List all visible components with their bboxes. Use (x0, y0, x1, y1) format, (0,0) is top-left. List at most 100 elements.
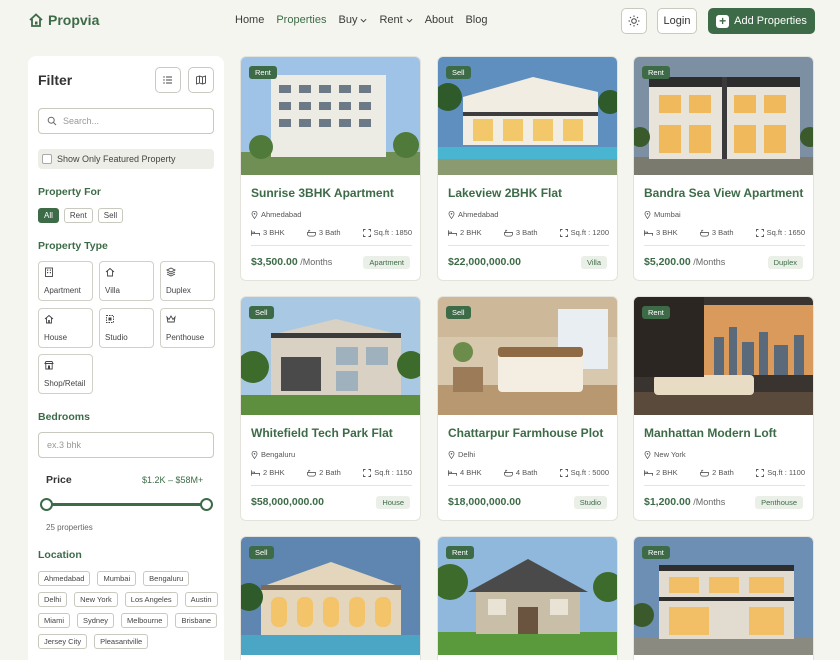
listing-title[interactable]: Manhattan Modern Loft (644, 426, 777, 440)
ptype-label: Penthouse (166, 333, 205, 342)
bath-icon (503, 229, 513, 237)
nav-home[interactable]: Home (235, 14, 264, 26)
ptype-duplex[interactable]: Duplex (160, 261, 215, 301)
price-range-value: $1.2K – $58M+ (142, 475, 204, 485)
nav-rent[interactable]: Rent (379, 14, 413, 26)
listing-location: Delhi (448, 450, 475, 459)
property-card[interactable]: Rent Sunrise 3BHK Apartment Ahmedabad 3 … (240, 56, 421, 281)
price-slider-max-handle[interactable] (200, 498, 213, 511)
price-amount: $22,000,000.00 (448, 256, 521, 268)
bath-spec: 3 Bath (699, 228, 734, 237)
listing-specs: 2 BHK 2 Bath Sq.ft : 1100 (644, 468, 805, 477)
location-chip[interactable]: Los Angeles (124, 592, 178, 607)
ptype-villa[interactable]: Villa (99, 261, 154, 301)
ptype-penthouse[interactable]: Penthouse (160, 308, 215, 348)
brand-name: Propvia (48, 12, 100, 28)
property-type-tag: Apartment (363, 256, 410, 269)
ptype-studio[interactable]: Studio (99, 308, 154, 348)
bedrooms-input[interactable]: ex.3 bhk (38, 432, 214, 458)
bed-icon (644, 229, 653, 236)
filter-sidebar: Filter Search... Show Only Featured Prop… (28, 56, 224, 660)
price-amount: $1,200.00 (644, 496, 691, 508)
chevron-down-icon (406, 18, 413, 23)
map-view-button[interactable] (188, 67, 214, 93)
nav-buy[interactable]: Buy (338, 14, 367, 26)
price-amount: $18,000,000.00 (448, 496, 521, 508)
store-icon (44, 361, 54, 370)
location-chip[interactable]: Austin (184, 592, 218, 607)
property-type-tag: Duplex (767, 256, 803, 269)
area-icon (559, 228, 568, 237)
list-view-button[interactable] (155, 67, 181, 93)
search-icon (47, 116, 57, 126)
nav-blog[interactable]: Blog (465, 14, 487, 26)
location-chip[interactable]: Bengaluru (143, 571, 190, 586)
featured-checkbox-row[interactable]: Show Only Featured Property (38, 149, 214, 169)
listing-title[interactable]: Sunrise 3BHK Apartment (251, 186, 394, 200)
listing-title[interactable]: Whitefield Tech Park Flat (251, 426, 393, 440)
location-chip[interactable]: Brisbane (175, 613, 218, 628)
property-card[interactable]: Sell Whitefield Tech Park Flat Bengaluru… (240, 296, 421, 521)
listing-title[interactable]: Bandra Sea View Apartment (644, 186, 803, 200)
bhk-spec: 2 BHK (644, 468, 678, 477)
location-chip[interactable]: Mumbai (97, 571, 137, 586)
chip-sell[interactable]: Sell (97, 208, 124, 223)
location-pin-icon (448, 450, 455, 459)
theme-toggle-button[interactable] (621, 8, 647, 34)
property-card[interactable]: Rent Bandra Sea View Apartment Mumbai 3 … (633, 56, 814, 281)
bath-text: 4 Bath (515, 468, 538, 477)
location-chip[interactable]: Ahmedabad (38, 571, 91, 586)
bath-spec: 2 Bath (700, 468, 734, 477)
property-card[interactable]: Rent (633, 536, 814, 660)
property-card[interactable]: Sell Chattarpur Farmhouse Plot Delhi 4 B… (437, 296, 618, 521)
bath-spec: 3 Bath (503, 228, 538, 237)
location-chip[interactable]: Sydney (77, 613, 115, 628)
location-chip[interactable]: Pleasantville (94, 634, 149, 649)
price-slider-min-handle[interactable] (40, 498, 53, 511)
card-divider (448, 485, 609, 486)
ptype-apartment[interactable]: Apartment (38, 261, 93, 301)
location-chip[interactable]: Jersey City (38, 634, 88, 649)
property-type-tag: Penthouse (755, 496, 803, 509)
sqft-text: Sq.ft : 1850 (373, 228, 412, 237)
chip-rent[interactable]: Rent (63, 208, 93, 223)
bath-text: 2 Bath (712, 468, 734, 477)
card-divider (251, 485, 412, 486)
property-card[interactable]: Rent Manhattan Modern Loft New York 2 BH… (633, 296, 814, 521)
nav-properties[interactable]: Properties (276, 14, 326, 26)
login-button[interactable]: Login (657, 8, 697, 34)
nav-about[interactable]: About (425, 14, 454, 26)
ptype-shop-retail[interactable]: Shop/Retail (38, 354, 93, 394)
home-icon (105, 267, 115, 277)
ptype-label: House (44, 333, 68, 342)
bath-icon (699, 229, 709, 237)
brand-logo[interactable]: Propvia (28, 12, 99, 28)
location-chip[interactable]: New York (74, 592, 118, 607)
property-card[interactable]: Rent (437, 536, 618, 660)
bath-icon (700, 469, 710, 477)
ptype-house[interactable]: House (38, 308, 93, 348)
card-divider (448, 245, 609, 246)
listing-badge: Rent (642, 546, 670, 559)
price-slider-track[interactable] (46, 503, 206, 506)
property-type-tag: Studio (573, 496, 607, 509)
add-properties-button[interactable]: + Add Properties (708, 8, 815, 34)
bath-text: 3 Bath (711, 228, 734, 237)
area-icon (756, 468, 765, 477)
listing-title[interactable]: Lakeview 2BHK Flat (448, 186, 562, 200)
location-pin-icon (644, 210, 651, 219)
location-chip[interactable]: Miami (38, 613, 70, 628)
location-chip[interactable]: Delhi (38, 592, 68, 607)
bhk-spec: 4 BHK (448, 468, 482, 477)
search-field[interactable]: Search... (38, 108, 214, 134)
bed-icon (644, 469, 653, 476)
bath-icon (307, 469, 317, 477)
listing-title[interactable]: Chattarpur Farmhouse Plot (448, 426, 603, 440)
location-chip[interactable]: Melbourne (121, 613, 169, 628)
chip-all[interactable]: All (38, 208, 59, 223)
property-card[interactable]: Sell (240, 536, 421, 660)
listing-location-text: Delhi (458, 450, 476, 459)
featured-checkbox[interactable] (42, 154, 52, 164)
property-card[interactable]: Sell Lakeview 2BHK Flat Ahmedabad 2 BHK … (437, 56, 618, 281)
bath-icon (306, 229, 316, 237)
